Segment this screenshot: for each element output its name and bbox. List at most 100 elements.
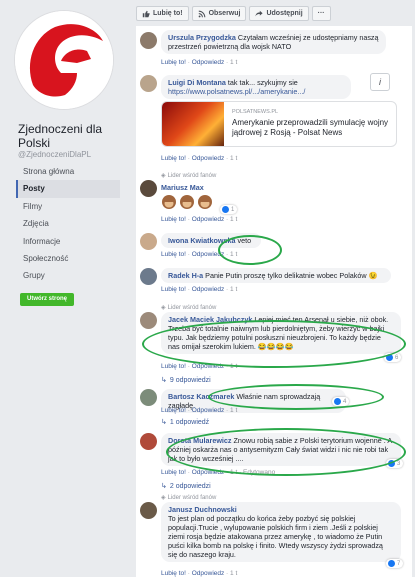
avatar[interactable] — [140, 502, 157, 519]
reply-link[interactable]: Odpowiedz — [192, 469, 225, 476]
reply-link[interactable]: Odpowiedz — [192, 251, 225, 258]
comment-author[interactable]: Janusz Duchnowski — [168, 505, 237, 514]
create-page-button[interactable]: Utwórz stronę — [20, 293, 74, 306]
share-label: Udostępnij — [266, 10, 303, 17]
like-page-button[interactable]: Lubię to! — [136, 6, 189, 21]
comment-actions: Lubię to! · Odpowiedz · 1 t — [161, 407, 238, 414]
link-preview-title: Amerykanie przeprowadzili symulację wojn… — [232, 118, 389, 137]
link-preview-source: POLSATNEWS.PL — [232, 109, 279, 115]
like-link[interactable]: Lubię to! — [161, 155, 186, 162]
comment-author[interactable]: Urszula Przygodzka — [168, 33, 236, 42]
share-icon — [255, 10, 264, 16]
reply-link[interactable]: Odpowiedz — [192, 216, 225, 223]
comment-link[interactable]: https://www.polsatnews.pl/.../amerykanie… — [168, 87, 305, 96]
fan-badge: ◈ Lider wśród fanów — [161, 172, 217, 180]
comment-author[interactable]: Luigi Di Montana — [168, 78, 226, 87]
reply-link[interactable]: Odpowiedz — [192, 155, 225, 162]
like-link[interactable]: Lubię to! — [161, 363, 186, 370]
reply-link[interactable]: Odpowiedz — [192, 407, 225, 414]
timestamp[interactable]: 1 t — [230, 155, 237, 162]
nav-item-photos[interactable]: Zdjęcia — [16, 215, 120, 232]
follow-label: Obserwuj — [208, 10, 241, 17]
comment-actions: Lubię to! · Odpowiedz · 1 t — [161, 251, 238, 258]
nav-item-groups[interactable]: Grupy — [16, 267, 120, 284]
avatar[interactable] — [140, 233, 157, 250]
reaction-count[interactable]: 4 — [332, 397, 350, 406]
reaction-count[interactable]: 1 — [220, 205, 238, 214]
comment-author[interactable]: Jacek Maciek Jakubczyk — [168, 315, 252, 324]
comment-bubble: Mariusz Max — [161, 180, 231, 195]
thumbs-up-icon — [142, 10, 150, 17]
link-preview[interactable]: POLSATNEWS.PL Amerykanie przeprowadzili … — [161, 101, 397, 147]
reply-link[interactable]: Odpowiedz — [192, 59, 225, 66]
comment-bubble: Janusz Duchnowski To jest plan od począt… — [161, 502, 401, 562]
reply-link[interactable]: Odpowiedz — [192, 570, 225, 577]
comment-text: veto — [237, 236, 252, 245]
comment-actions: Lubię to! · Odpowiedz · 1 t — [161, 155, 238, 162]
nav-item-posts[interactable]: Posty — [16, 180, 120, 198]
like-link[interactable]: Lubię to! — [161, 286, 186, 293]
reaction-count[interactable]: 7 — [386, 559, 404, 568]
timestamp[interactable]: 1 t — [230, 251, 237, 258]
comment-author[interactable]: Radek H-a — [168, 271, 203, 280]
reaction-count[interactable]: 6 — [384, 353, 402, 362]
comment-author[interactable]: Iwona Kwiatkowska — [168, 236, 236, 245]
like-link[interactable]: Lubię to! — [161, 469, 186, 476]
monkey-emoji-icon — [198, 195, 212, 209]
view-replies-link[interactable]: ↳ 9 odpowiedzi — [161, 376, 211, 385]
avatar[interactable] — [140, 75, 157, 92]
like-link[interactable]: Lubię to! — [161, 251, 186, 258]
info-icon[interactable]: i — [370, 73, 390, 91]
comment-author[interactable]: Mariusz Max — [161, 183, 204, 192]
fan-badge: ◈ Lider wśród fanów — [161, 304, 217, 312]
view-replies-link[interactable]: ↳ 2 odpowiedzi — [161, 482, 211, 491]
like-link[interactable]: Lubię to! — [161, 59, 186, 66]
reply-arrow-icon: ↳ — [161, 377, 167, 384]
nav-item-videos[interactable]: Filmy — [16, 198, 120, 215]
comment-author[interactable]: Dorota Mularewicz — [168, 436, 232, 445]
like-reaction-icon — [222, 206, 229, 213]
avatar[interactable] — [140, 180, 157, 197]
like-link[interactable]: Lubię to! — [161, 407, 186, 414]
view-replies-link[interactable]: ↳ 1 odpowiedź — [161, 418, 209, 427]
avatar[interactable] — [140, 312, 157, 329]
avatar[interactable] — [140, 32, 157, 49]
comment-actions: Lubię to! · Odpowiedz · 1 t — [161, 570, 238, 577]
follow-button[interactable]: Obserwuj — [191, 6, 247, 21]
comment-actions: Lubię to! · Odpowiedz · 1 t — [161, 59, 238, 66]
comment-author[interactable]: Bartosz Kaczmarek — [168, 392, 234, 401]
like-link[interactable]: Lubię to! — [161, 216, 186, 223]
share-button[interactable]: Udostępnij — [249, 6, 309, 21]
link-preview-image — [162, 102, 224, 146]
comment-text: To jest plan od początku do końca żeby p… — [168, 514, 383, 559]
comment-bubble: Iwona Kwiatkowska veto — [161, 233, 261, 248]
reaction-count[interactable]: 3 — [386, 459, 404, 468]
timestamp[interactable]: 1 t — [230, 59, 237, 66]
timestamp[interactable]: 1 t — [230, 363, 237, 370]
nav-item-about[interactable]: Informacje — [16, 233, 120, 250]
edited-label[interactable]: Edytowano — [243, 469, 275, 476]
like-reaction-icon — [388, 560, 395, 567]
comment-actions: Lubię to! · Odpowiedz · 1 t — [161, 216, 238, 223]
avatar[interactable] — [140, 268, 157, 285]
page-nav: Strona główna Posty Filmy Zdjęcia Inform… — [16, 163, 120, 285]
timestamp[interactable]: 1 t — [230, 216, 237, 223]
timestamp[interactable]: 1 t — [230, 570, 237, 577]
page-avatar[interactable] — [14, 10, 114, 110]
timestamp[interactable]: 1 t — [230, 407, 237, 414]
reply-link[interactable]: Odpowiedz — [192, 363, 225, 370]
monkey-emoji-icon — [162, 195, 176, 209]
comment-actions: Lubię to! · Odpowiedz · 1 t · Edytowano — [161, 469, 276, 476]
timestamp[interactable]: 1 t — [230, 286, 237, 293]
avatar[interactable] — [140, 389, 157, 406]
like-link[interactable]: Lubię to! — [161, 570, 186, 577]
emoji-row — [161, 194, 213, 210]
badge-icon: ◈ — [161, 305, 166, 311]
page-handle[interactable]: @ZjednoczeniDlaPL — [18, 150, 91, 159]
nav-item-community[interactable]: Społeczność — [16, 250, 120, 267]
reply-link[interactable]: Odpowiedz — [192, 286, 225, 293]
nav-item-home[interactable]: Strona główna — [16, 163, 120, 180]
avatar[interactable] — [140, 433, 157, 450]
comment-actions: Lubię to! · Odpowiedz · 1 t — [161, 363, 238, 370]
more-options-button[interactable]: ··· — [311, 6, 331, 21]
